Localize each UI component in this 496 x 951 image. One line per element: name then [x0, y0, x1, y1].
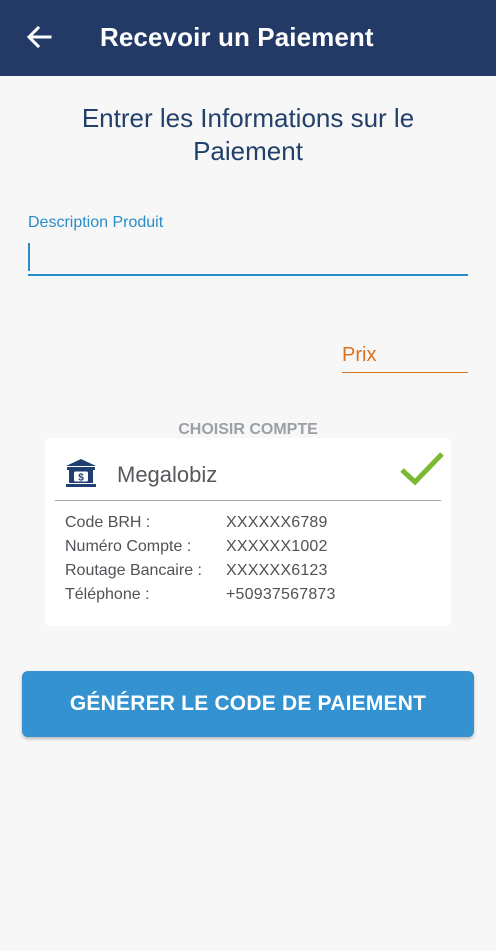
- detail-row-phone: Téléphone : +50937567873: [65, 586, 445, 610]
- price-field: [342, 338, 468, 373]
- arrow-left-icon: [26, 25, 52, 49]
- detail-row-routing: Routage Bancaire : XXXXXX6123: [65, 562, 445, 586]
- detail-value: XXXXXX6789: [226, 514, 328, 531]
- account-name: Megalobiz: [117, 462, 218, 487]
- card-divider: [55, 500, 441, 501]
- detail-label: Routage Bancaire :: [65, 562, 202, 579]
- form-title: Entrer les Informations sur le Paiement: [81, 103, 415, 166]
- price-input[interactable]: [342, 338, 468, 372]
- detail-label: Numéro Compte :: [65, 538, 192, 555]
- description-label: Description Produit: [28, 214, 164, 231]
- generate-payment-code-button[interactable]: GÉNÉRER LE CODE DE PAIEMENT: [22, 671, 474, 737]
- description-input[interactable]: [28, 238, 468, 276]
- bank-icon: $: [66, 459, 96, 487]
- back-button[interactable]: [20, 18, 58, 56]
- page-title: Recevoir un Paiement: [100, 22, 374, 52]
- account-details: Code BRH : XXXXXX6789 Numéro Compte : XX…: [65, 514, 445, 610]
- app-bar: Recevoir un Paiement: [0, 0, 496, 76]
- detail-row-account-number: Numéro Compte : XXXXXX1002: [65, 538, 445, 562]
- detail-row-code-brh: Code BRH : XXXXXX6789: [65, 514, 445, 538]
- svg-text:$: $: [78, 473, 84, 484]
- detail-value: +50937567873: [226, 586, 336, 603]
- checkmark-icon[interactable]: [399, 450, 445, 486]
- app-screen: Recevoir un Paiement Entrer les Informat…: [0, 0, 496, 951]
- detail-label: Code BRH :: [65, 514, 151, 531]
- account-card[interactable]: $ Megalobiz Code BRH : XXXXXX6789 Numéro…: [45, 438, 451, 626]
- choose-account-label: CHOISIR COMPTE: [178, 421, 318, 438]
- detail-label: Téléphone :: [65, 586, 150, 603]
- detail-value: XXXXXX6123: [226, 562, 328, 579]
- text-cursor: [28, 243, 30, 271]
- detail-value: XXXXXX1002: [226, 538, 328, 555]
